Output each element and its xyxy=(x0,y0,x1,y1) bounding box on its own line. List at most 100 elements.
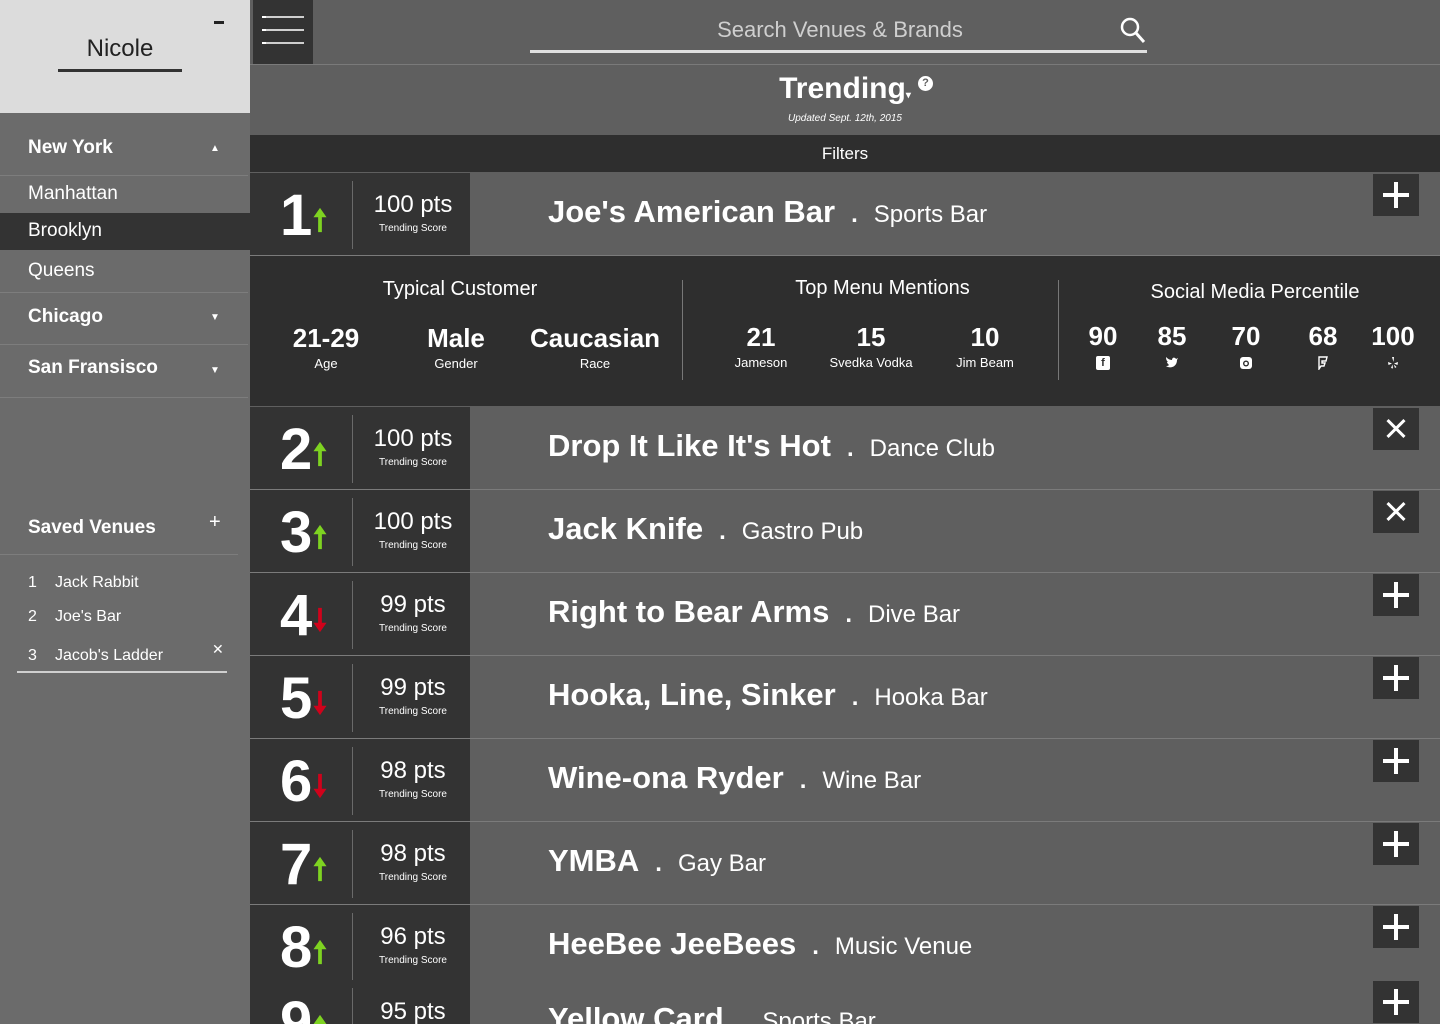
venue-name: YMBA xyxy=(548,843,640,878)
saved-venue-item[interactable]: 1 Jack Rabbit xyxy=(0,574,240,594)
neighborhood-manhattan[interactable]: Manhattan xyxy=(0,176,250,213)
rank-box: 4 99 pts Trending Score xyxy=(250,573,470,655)
venue-name: Joe's American Bar xyxy=(548,194,836,229)
separator-dot: . xyxy=(845,601,853,628)
venue-row[interactable]: 5 99 pts Trending Score Hooka, Line, Sinker… xyxy=(250,656,1440,739)
venue-type: Sports Bar xyxy=(762,1008,876,1024)
top-bar xyxy=(250,0,1440,65)
trending-points: 99 pts xyxy=(380,591,446,618)
trend-down-arrow-icon xyxy=(313,607,327,633)
venue-title[interactable]: Yellow Card. Sports Bar xyxy=(548,1001,876,1024)
expand-venue-button[interactable] xyxy=(1373,740,1419,782)
remove-venue-button[interactable] xyxy=(1373,491,1419,533)
rank-number: 1 xyxy=(280,183,313,248)
city-label: San Fransisco xyxy=(28,357,158,378)
neighborhood-brooklyn[interactable]: Brooklyn xyxy=(0,213,250,250)
menu-line xyxy=(262,16,304,18)
venue-type: Gay Bar xyxy=(677,850,766,877)
city-chicago[interactable]: Chicago ▼ xyxy=(0,293,248,345)
expand-venue-button[interactable] xyxy=(1373,574,1419,616)
venue-title[interactable]: Wine-ona Ryder. Wine Bar xyxy=(548,760,921,796)
rank-box: 8 96 pts Trending Score xyxy=(250,905,470,987)
help-icon[interactable]: ? xyxy=(918,76,933,91)
saved-venue-name: Jacob's Ladder xyxy=(55,647,164,664)
trending-score-label: Trending Score xyxy=(379,623,447,634)
rank-number: 2 xyxy=(280,417,313,482)
venue-title[interactable]: HeeBee JeeBees. Music Venue xyxy=(548,926,972,962)
venue-row[interactable]: 6 98 pts Trending Score Wine-ona Ryder. Wine… xyxy=(250,739,1440,822)
top-menu-title: Top Menu Mentions xyxy=(795,277,970,299)
neighborhood-queens[interactable]: Queens xyxy=(0,253,248,293)
city-new-york[interactable]: New York ▲ xyxy=(0,125,248,176)
trend-up-arrow-icon xyxy=(313,856,327,882)
venue-title[interactable]: Drop It Like It's Hot. Dance Club xyxy=(548,428,995,464)
expand-venue-button[interactable] xyxy=(1373,981,1419,1023)
filters-bar[interactable]: Filters xyxy=(250,135,1440,172)
saved-venue-item[interactable]: 3 Jacob's Ladder ✕ xyxy=(17,641,227,673)
stat-value: 85 xyxy=(1157,321,1187,351)
venue-title[interactable]: Right to Bear Arms. Dive Bar xyxy=(548,594,960,630)
user-name[interactable]: Nicole xyxy=(58,35,182,72)
trending-score-label: Trending Score xyxy=(379,457,447,468)
rank-box: 6 98 pts Trending Score xyxy=(250,739,470,821)
stat-label: Race xyxy=(579,356,611,371)
venue-name: HeeBee JeeBees xyxy=(548,926,797,961)
stat-value: 70 xyxy=(1231,321,1261,351)
trending-score-label: Trending Score xyxy=(379,789,447,800)
saved-venues-title: Saved Venues xyxy=(28,517,156,538)
venue-row[interactable]: 995 ptsTrending ScoreYellow Card.Sports … xyxy=(250,980,1440,1024)
expand-venue-button[interactable] xyxy=(1373,823,1419,865)
trending-points: 100 pts xyxy=(373,425,453,452)
venue-name: Hooka, Line, Sinker xyxy=(548,677,836,712)
separator-dot: . xyxy=(812,933,819,960)
venue-row[interactable]: 3 100 pts Trending Score Jack Knife. Gastro … xyxy=(250,490,1440,573)
venue-name: Jack Knife xyxy=(548,511,704,546)
saved-venue-name: Joe's Bar xyxy=(55,608,122,625)
page-title[interactable]: Trending▾ xyxy=(250,72,1440,106)
saved-venue-item[interactable]: 2 Joe's Bar xyxy=(0,608,240,628)
stat-label: Jameson xyxy=(734,355,788,370)
venue-title[interactable]: YMBA. Gay Bar xyxy=(548,843,766,879)
rank-divider xyxy=(352,181,353,249)
venue-title[interactable]: Jack Knife. Gastro Pub xyxy=(548,511,863,547)
rank-divider xyxy=(352,988,353,1024)
search-icon[interactable] xyxy=(1120,16,1146,46)
caret-down-icon: ▼ xyxy=(210,312,220,323)
rank-box: 3 100 pts Trending Score xyxy=(250,490,470,572)
trending-points: 99 pts xyxy=(380,674,446,701)
venue-title[interactable]: Hooka, Line, Sinker. Hooka Bar xyxy=(548,677,988,713)
saved-venues-header: Saved Venues + xyxy=(0,505,238,555)
trend-up-arrow-icon xyxy=(313,524,327,550)
customer-stat: Caucasian Race xyxy=(530,323,660,371)
rank-box: 1 100 pts Trending Score xyxy=(250,173,470,255)
venue-row[interactable]: 1 100 pts Trending Score Joe's American Bar… xyxy=(250,173,1440,256)
menu-stat: 15 Svedka Vodka xyxy=(816,322,926,370)
venue-row[interactable]: 4 99 pts Trending Score Right to Bear Arms.… xyxy=(250,573,1440,656)
add-saved-venue-icon[interactable]: + xyxy=(209,511,221,534)
remove-saved-venue-icon[interactable]: ✕ xyxy=(212,641,224,658)
expand-venue-button[interactable] xyxy=(1373,657,1419,699)
city-label: Chicago xyxy=(28,306,103,327)
trending-score-label: Trending Score xyxy=(379,223,447,234)
venue-type: Dance Club xyxy=(869,435,996,462)
venue-row[interactable]: 7 98 pts Trending Score YMBA. Gay Bar xyxy=(250,822,1440,905)
venue-row[interactable]: 8 96 pts Trending Score HeeBee JeeBees. Musi… xyxy=(250,905,1440,988)
venue-type: Sports Bar xyxy=(873,201,988,228)
rank-divider xyxy=(352,581,353,649)
menu-line xyxy=(262,42,304,44)
expand-venue-button[interactable] xyxy=(1373,906,1419,948)
city-san-fransisco[interactable]: San Fransisco ▼ xyxy=(0,345,248,398)
menu-button[interactable] xyxy=(253,0,313,64)
stat-label: Gender xyxy=(434,356,478,371)
venue-row[interactable]: 2 100 pts Trending Score Drop It Like It's … xyxy=(250,407,1440,490)
trending-score-label: Trending Score xyxy=(379,706,447,717)
collapse-sidebar-button[interactable] xyxy=(212,8,226,24)
venue-title[interactable]: Joe's American Bar. Sports Bar xyxy=(548,194,987,230)
expand-venue-button[interactable] xyxy=(1373,174,1419,216)
caret-up-icon: ▲ xyxy=(210,143,220,154)
trend-down-arrow-icon xyxy=(313,773,327,799)
search-input[interactable] xyxy=(530,10,1090,50)
rank-number: 3 xyxy=(280,500,313,565)
remove-venue-button[interactable] xyxy=(1373,408,1419,450)
instagram-icon xyxy=(1240,357,1252,369)
